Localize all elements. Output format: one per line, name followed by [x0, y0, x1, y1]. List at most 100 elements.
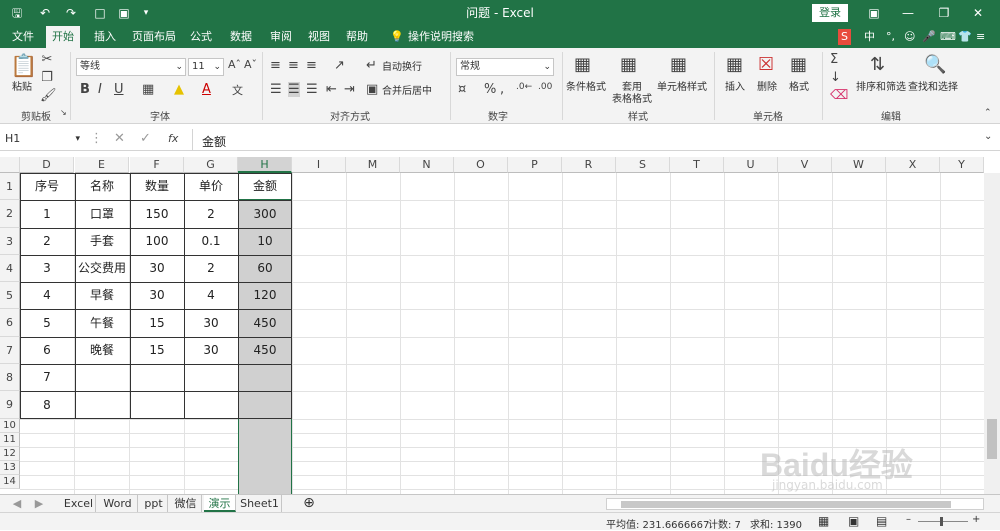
- table-cell[interactable]: 30: [130, 255, 184, 282]
- table-cell[interactable]: 晚餐: [75, 337, 129, 364]
- table-cell[interactable]: [130, 364, 184, 391]
- wrap-text-button[interactable]: 自动换行: [382, 62, 422, 74]
- sheet-tab[interactable]: Excel: [62, 495, 96, 512]
- paste-icon[interactable]: 📋: [10, 54, 37, 79]
- insert-cells-button[interactable]: 插入: [720, 82, 750, 94]
- table-cell[interactable]: 60: [238, 255, 292, 282]
- row-header[interactable]: 3: [0, 228, 20, 255]
- table-cell[interactable]: 0.1: [184, 228, 238, 255]
- row-header[interactable]: 10: [0, 419, 20, 433]
- column-header[interactable]: Y: [940, 157, 984, 173]
- print-preview-icon[interactable]: ▣: [116, 0, 132, 26]
- merge-center-icon[interactable]: ▣: [366, 82, 378, 97]
- sogou-icon[interactable]: S: [838, 29, 851, 45]
- table-cell[interactable]: 120: [238, 282, 292, 309]
- align-right-icon[interactable]: ☰: [306, 82, 318, 97]
- align-top-icon[interactable]: ≡: [270, 58, 281, 73]
- comma-style-icon[interactable]: ,: [500, 82, 504, 97]
- delete-cells-icon[interactable]: ☒: [758, 54, 774, 75]
- formula-input[interactable]: 金额: [202, 133, 226, 150]
- vertical-scrollbar[interactable]: [984, 173, 1000, 494]
- new-file-icon[interactable]: □: [92, 0, 108, 26]
- zoom-out-icon[interactable]: –: [906, 514, 911, 525]
- currency-icon[interactable]: ¤: [458, 82, 466, 97]
- find-select-icon[interactable]: 🔍: [924, 54, 946, 75]
- font-name-select[interactable]: 等线 ⌄: [76, 58, 186, 76]
- table-cell[interactable]: 3: [20, 255, 74, 282]
- clear-icon[interactable]: ⌫: [830, 88, 848, 103]
- collapse-ribbon-icon[interactable]: ⌃: [984, 108, 992, 118]
- zoom-thumb[interactable]: [940, 517, 943, 526]
- column-header[interactable]: O: [454, 157, 508, 173]
- format-as-table-button[interactable]: 套用 表格格式: [608, 82, 656, 106]
- cut-icon[interactable]: ✂: [40, 52, 54, 67]
- percent-icon[interactable]: %: [484, 82, 496, 97]
- fill-color-icon[interactable]: ▲: [174, 82, 184, 97]
- dialog-launcher-icon[interactable]: ↘: [60, 108, 67, 117]
- merge-center-button[interactable]: 合并后居中: [382, 86, 432, 98]
- sort-filter-button[interactable]: 排序和筛选: [854, 82, 908, 94]
- login-button[interactable]: 登录: [812, 4, 848, 22]
- column-header[interactable]: E: [75, 157, 129, 173]
- table-cell[interactable]: 450: [238, 309, 292, 337]
- delete-cells-button[interactable]: 删除: [752, 82, 782, 94]
- sheet-tab-active[interactable]: 演示: [204, 495, 236, 512]
- undo-icon[interactable]: ↶: [36, 0, 54, 26]
- table-cell[interactable]: 6: [20, 337, 74, 364]
- insert-function-icon[interactable]: fx: [168, 132, 178, 145]
- table-cell[interactable]: 100: [130, 228, 184, 255]
- row-header[interactable]: 7: [0, 337, 20, 364]
- column-header[interactable]: P: [508, 157, 562, 173]
- table-cell[interactable]: 公交费用: [75, 255, 129, 282]
- align-left-icon[interactable]: ☰: [270, 82, 282, 97]
- conditional-format-icon[interactable]: ▦: [574, 54, 591, 75]
- cancel-icon[interactable]: ✕: [114, 131, 125, 146]
- row-header[interactable]: 4: [0, 255, 20, 282]
- enter-icon[interactable]: ✓: [140, 131, 151, 146]
- normal-view-icon[interactable]: ▦: [818, 514, 829, 528]
- table-header-cell[interactable]: 序号: [20, 173, 74, 200]
- number-format-select[interactable]: 常规 ⌄: [456, 58, 554, 76]
- select-all-corner[interactable]: [0, 157, 20, 173]
- table-cell[interactable]: 4: [20, 282, 74, 309]
- restore-icon[interactable]: ❐: [936, 0, 952, 26]
- underline-button[interactable]: U: [114, 82, 124, 97]
- sort-filter-icon[interactable]: ⇅: [870, 54, 885, 75]
- table-cell[interactable]: 30: [184, 337, 238, 364]
- column-header[interactable]: M: [346, 157, 400, 173]
- table-cell[interactable]: 15: [130, 337, 184, 364]
- increase-indent-icon[interactable]: ⇥: [344, 82, 355, 97]
- align-bottom-icon[interactable]: ≡: [306, 58, 317, 73]
- sheet-tab[interactable]: 微信: [170, 495, 202, 512]
- format-painter-icon[interactable]: 🖌: [40, 88, 57, 103]
- tab-page-layout[interactable]: 页面布局: [126, 26, 182, 48]
- column-header[interactable]: S: [616, 157, 670, 173]
- decrease-indent-icon[interactable]: ⇤: [326, 82, 337, 97]
- column-header[interactable]: U: [724, 157, 778, 173]
- table-cell[interactable]: 2: [184, 255, 238, 282]
- customize-icon[interactable]: ▾: [140, 0, 152, 26]
- table-cell[interactable]: 午餐: [75, 309, 129, 337]
- column-header[interactable]: V: [778, 157, 832, 173]
- name-box[interactable]: H1 ▾: [2, 131, 82, 149]
- orientation-icon[interactable]: ↗: [334, 58, 345, 73]
- format-as-table-icon[interactable]: ▦: [620, 54, 637, 75]
- table-cell[interactable]: 4: [184, 282, 238, 309]
- table-cell[interactable]: 150: [130, 200, 184, 228]
- autosum-icon[interactable]: Σ: [830, 52, 838, 67]
- shrink-font-icon[interactable]: Aˇ: [244, 58, 257, 71]
- table-cell[interactable]: [238, 391, 292, 419]
- table-cell[interactable]: 2: [184, 200, 238, 228]
- borders-icon[interactable]: ▦: [142, 82, 154, 97]
- align-center-icon[interactable]: ☰: [288, 82, 300, 97]
- tab-home[interactable]: 开始: [46, 26, 80, 48]
- zoom-slider[interactable]: [918, 521, 968, 522]
- sheet-tab[interactable]: Sheet1: [238, 495, 282, 512]
- add-sheet-icon[interactable]: ⊕: [300, 495, 318, 512]
- table-cell[interactable]: 5: [20, 309, 74, 337]
- prev-sheet-icon[interactable]: ◀: [8, 495, 26, 512]
- column-header[interactable]: I: [292, 157, 346, 173]
- table-cell[interactable]: 15: [130, 309, 184, 337]
- row-header[interactable]: 11: [0, 433, 20, 447]
- row-header[interactable]: 5: [0, 282, 20, 309]
